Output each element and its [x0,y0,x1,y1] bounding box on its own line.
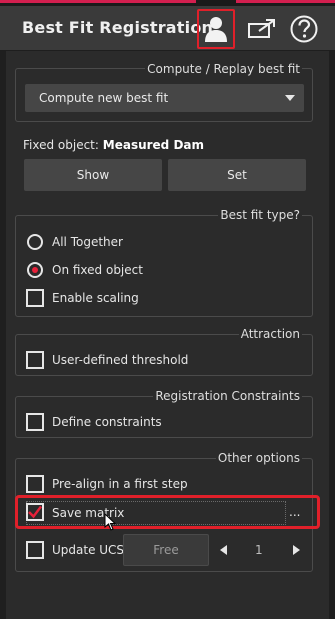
fixed-object-prefix: Fixed object: [23,138,99,152]
page-number: 1 [255,543,263,557]
previous-arrow-icon[interactable] [220,545,227,555]
attraction-label: Attraction [238,327,302,341]
on-fixed-object-label: On fixed object [52,263,143,277]
update-ucs-label: Update UCS [52,543,125,557]
fixed-object-label: Fixed object: Measured Dam [23,138,204,152]
define-constraints-checkbox[interactable] [26,413,44,431]
all-together-label: All Together [52,235,123,249]
browse-button[interactable]: ... [289,505,300,519]
user-defined-threshold-checkbox[interactable] [26,351,44,369]
share-icon[interactable] [244,11,280,47]
left-edge [0,6,6,619]
compute-replay-label: Compute / Replay best fit [145,62,302,76]
mouse-cursor-icon [104,513,117,531]
set-button[interactable]: Set [168,159,306,191]
best-fit-type-label: Best fit type? [218,208,302,222]
chevron-down-icon [285,95,295,101]
dropdown-selected-value: Compute new best fit [39,91,169,105]
user-icon[interactable] [197,9,235,49]
enable-scaling-label: Enable scaling [52,291,139,305]
save-matrix-checkbox[interactable] [26,503,44,521]
panel-header: Best Fit Registration [0,6,335,51]
user-defined-threshold-label: User-defined threshold [52,353,189,367]
registration-constraints-label: Registration Constraints [153,389,302,403]
help-icon[interactable] [286,11,322,47]
fixed-object-name: Measured Dam [102,138,205,152]
right-edge [329,50,335,619]
show-button[interactable]: Show [24,159,162,191]
radio-all-together[interactable] [27,234,43,250]
enable-scaling-checkbox[interactable] [26,289,44,307]
radio-on-fixed-object[interactable] [27,262,43,278]
best-fit-mode-dropdown[interactable]: Compute new best fit [25,84,304,112]
free-button[interactable]: Free [123,534,209,566]
update-ucs-checkbox[interactable] [26,541,44,559]
panel-title: Best Fit Registration [22,18,214,37]
next-arrow-icon[interactable] [293,545,300,555]
other-options-label: Other options [215,451,302,465]
pre-align-checkbox[interactable] [26,475,44,493]
pre-align-label: Pre-align in a first step [52,477,188,491]
define-constraints-label: Define constraints [52,415,162,429]
